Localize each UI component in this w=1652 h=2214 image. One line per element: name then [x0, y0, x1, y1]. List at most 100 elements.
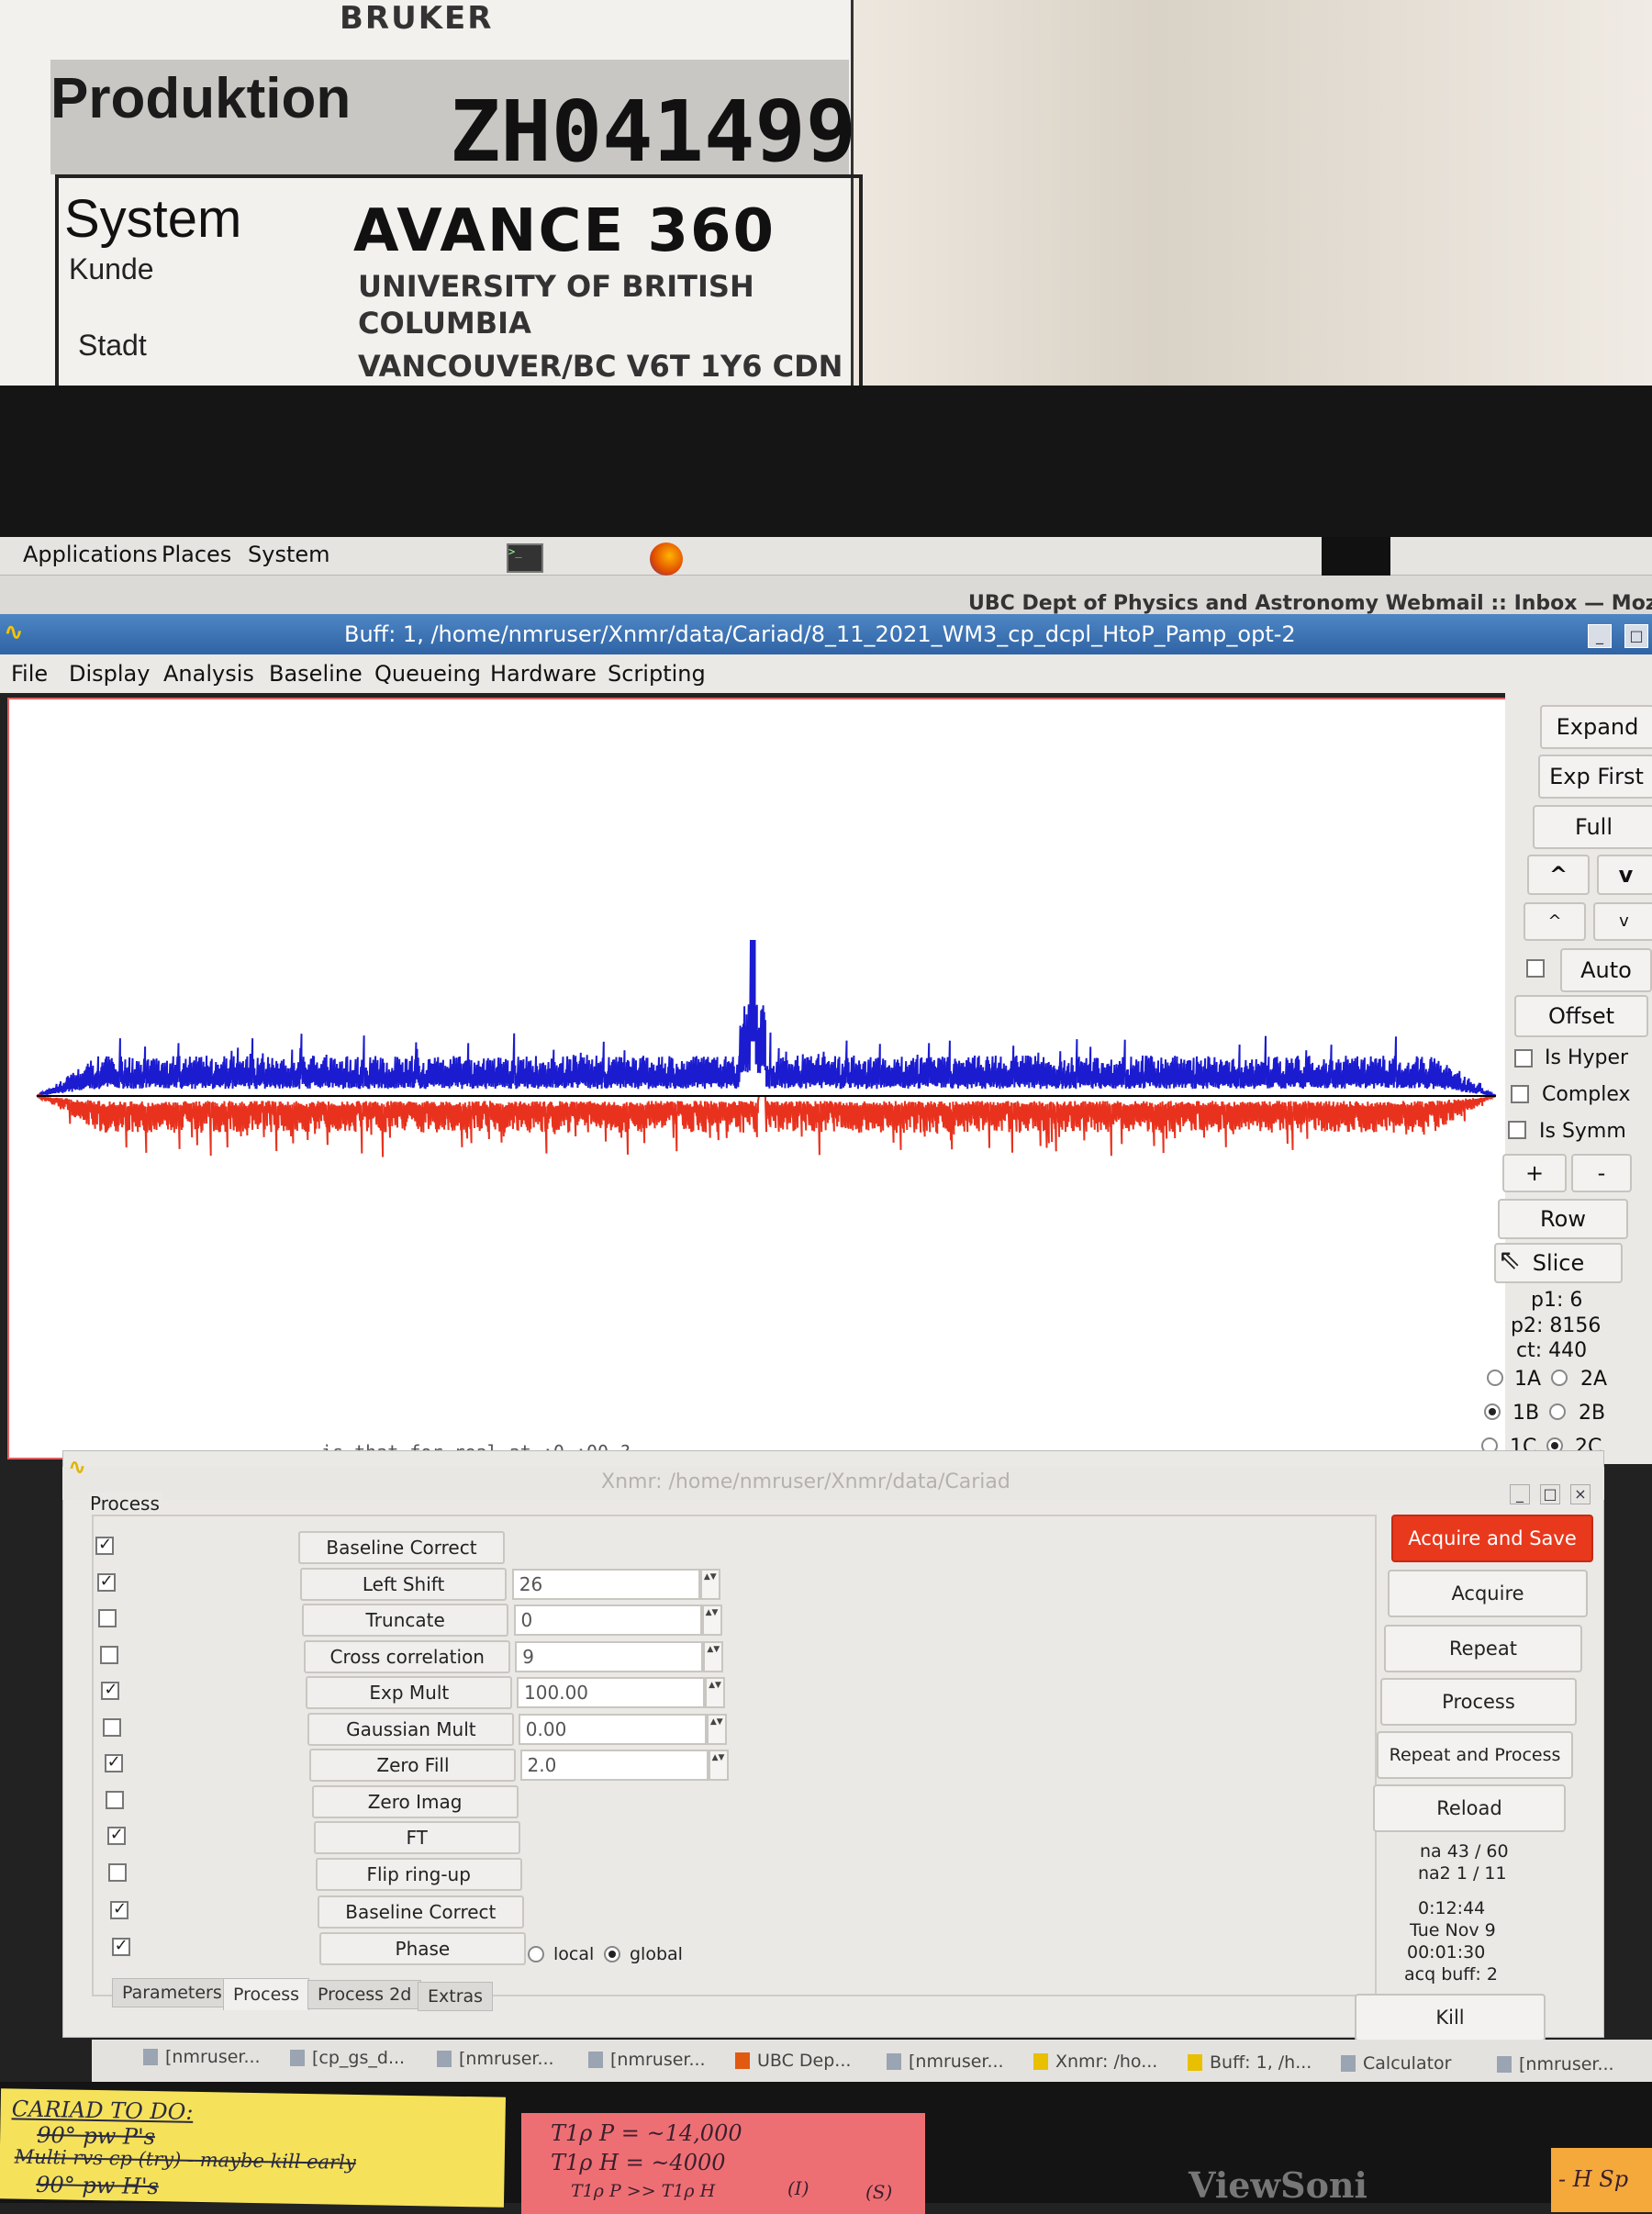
spin-stepper-icon[interactable]: ▲▼: [705, 1677, 726, 1708]
scale-up-small-button[interactable]: ^: [1524, 902, 1586, 941]
phase-global-radio[interactable]: [604, 1946, 620, 1962]
process-step-button-3[interactable]: Cross correlation: [304, 1639, 511, 1673]
process-checkbox-0[interactable]: [95, 1535, 114, 1555]
radio-2b[interactable]: [1549, 1403, 1566, 1420]
process-step-button-4[interactable]: Exp Mult: [306, 1676, 513, 1709]
process-value-field-2[interactable]: 0: [513, 1605, 702, 1636]
exp-first-button[interactable]: Exp First: [1538, 755, 1652, 799]
process-checkbox-11[interactable]: [111, 1936, 130, 1956]
full-button[interactable]: Full: [1533, 805, 1652, 849]
process-checkbox-4[interactable]: [101, 1680, 120, 1700]
taskbar-item-2[interactable]: [nmruser...: [459, 2049, 554, 2069]
taskbar-item-3[interactable]: [nmruser...: [610, 2050, 706, 2070]
process-step-button-6[interactable]: Zero Fill: [309, 1749, 517, 1782]
tab-process-2d[interactable]: Process 2d: [307, 1980, 422, 2009]
process-checkbox-9[interactable]: [108, 1862, 128, 1882]
radio-2a[interactable]: [1551, 1370, 1568, 1386]
terminal-icon[interactable]: >_: [507, 543, 543, 573]
phase-local-radio[interactable]: [528, 1946, 544, 1962]
system-menu[interactable]: System: [248, 542, 330, 567]
monitor-brand: ViewSoni: [1189, 2164, 1367, 2206]
firefox-icon[interactable]: [650, 542, 683, 576]
taskbar-item-1[interactable]: [cp_gs_d...: [312, 2048, 405, 2068]
dialog-close-icon[interactable]: ×: [1570, 1484, 1591, 1504]
acquire-button[interactable]: Acquire: [1388, 1570, 1588, 1617]
radio-1a[interactable]: [1487, 1370, 1503, 1386]
row-button[interactable]: Row: [1498, 1199, 1628, 1239]
process-checkbox-2[interactable]: [98, 1609, 117, 1627]
menu-display[interactable]: Display: [69, 661, 150, 687]
browser-title[interactable]: UBC Dept of Physics and Astronomy Webmai…: [968, 592, 1652, 615]
process-value-field-6[interactable]: 2.0: [519, 1750, 709, 1781]
process-value-field-1[interactable]: 26: [511, 1568, 700, 1600]
process-step-button-7[interactable]: Zero Imag: [311, 1784, 519, 1818]
menu-scripting[interactable]: Scripting: [608, 661, 706, 687]
process-step-button-5[interactable]: Gaussian Mult: [307, 1712, 515, 1746]
process-checkbox-7[interactable]: [106, 1790, 125, 1809]
scale-down-big-button[interactable]: v: [1597, 855, 1652, 895]
process-checkbox-1[interactable]: [96, 1571, 116, 1592]
spin-stepper-icon[interactable]: ▲▼: [706, 1713, 727, 1745]
spin-stepper-icon[interactable]: ▲▼: [701, 1605, 722, 1636]
spin-stepper-icon[interactable]: ▲▼: [708, 1750, 729, 1781]
spectrum-plot-area[interactable]: [7, 698, 1538, 1459]
process-checkbox-10[interactable]: [110, 1899, 128, 1919]
process-step-button-2[interactable]: Truncate: [302, 1604, 509, 1637]
acquire-and-save-button[interactable]: Acquire and Save: [1391, 1515, 1593, 1562]
applications-menu[interactable]: Applications: [23, 542, 158, 567]
menu-baseline[interactable]: Baseline: [269, 661, 363, 687]
reload-button[interactable]: Reload: [1373, 1784, 1566, 1832]
dialog-maximize-icon[interactable]: □: [1540, 1484, 1560, 1504]
process-step-button-10[interactable]: Baseline Correct: [317, 1895, 524, 1929]
minus-button[interactable]: -: [1571, 1154, 1632, 1192]
plus-button[interactable]: +: [1502, 1154, 1567, 1192]
process-checkbox-8[interactable]: [106, 1825, 126, 1845]
process-step-button-0[interactable]: Baseline Correct: [298, 1531, 505, 1564]
kill-button[interactable]: Kill: [1355, 1994, 1546, 2041]
spin-stepper-icon[interactable]: ▲▼: [699, 1568, 720, 1600]
taskbar-item-5[interactable]: [nmruser...: [909, 2052, 1004, 2072]
repeat-and-process-button[interactable]: Repeat and Process: [1377, 1731, 1573, 1779]
repeat-button[interactable]: Repeat: [1384, 1625, 1582, 1672]
process-value-field-5[interactable]: 0.00: [518, 1713, 707, 1745]
maximize-icon[interactable]: □: [1624, 624, 1648, 648]
taskbar-item-9[interactable]: [nmruser...: [1519, 2054, 1614, 2074]
places-menu[interactable]: Places: [162, 542, 231, 567]
process-step-button-1[interactable]: Left Shift: [300, 1567, 508, 1601]
process-step-button-9[interactable]: Flip ring-up: [315, 1857, 522, 1891]
scale-up-big-button[interactable]: ^: [1527, 855, 1590, 895]
process-button[interactable]: Process: [1380, 1678, 1577, 1726]
process-step-button-11[interactable]: Phase: [318, 1931, 526, 1965]
minimize-icon[interactable]: _: [1588, 624, 1612, 648]
process-value-field-3[interactable]: 9: [515, 1640, 704, 1672]
scale-down-small-button[interactable]: v: [1593, 902, 1652, 941]
auto-checkbox[interactable]: [1526, 959, 1545, 978]
taskbar-item-0[interactable]: [nmruser...: [165, 2047, 261, 2067]
process-value-field-4[interactable]: 100.00: [517, 1677, 706, 1708]
tab-extras[interactable]: Extras: [418, 1982, 494, 2011]
is-symm-checkbox[interactable]: [1508, 1121, 1526, 1139]
menu-queueing[interactable]: Queueing: [374, 661, 481, 687]
tab-process[interactable]: Process: [223, 1978, 310, 2010]
process-checkbox-5[interactable]: [103, 1717, 121, 1737]
taskbar-item-8[interactable]: Calculator: [1363, 2053, 1451, 2074]
offset-button[interactable]: Offset: [1514, 995, 1648, 1037]
menu-analysis[interactable]: Analysis: [163, 661, 254, 687]
spin-stepper-icon[interactable]: ▲▼: [703, 1640, 724, 1672]
radio-1b[interactable]: [1484, 1403, 1501, 1420]
process-checkbox-6[interactable]: [104, 1752, 123, 1772]
complex-checkbox[interactable]: [1511, 1085, 1529, 1103]
dialog-minimize-icon[interactable]: _: [1510, 1484, 1530, 1504]
process-checkbox-3[interactable]: [99, 1645, 118, 1664]
menu-hardware[interactable]: Hardware: [490, 661, 597, 687]
taskbar-item-6[interactable]: Xnmr: /ho...: [1055, 2052, 1157, 2072]
taskbar-item-4[interactable]: UBC Dep...: [757, 2051, 851, 2071]
small-chevron-down-icon: v: [1619, 911, 1629, 931]
is-hyper-checkbox[interactable]: [1514, 1049, 1533, 1068]
taskbar-item-7[interactable]: Buff: 1, /h...: [1210, 2052, 1312, 2073]
process-step-button-8[interactable]: FT: [313, 1821, 520, 1854]
tab-parameters[interactable]: Parameters: [112, 1978, 232, 2007]
expand-button[interactable]: Expand: [1540, 705, 1652, 749]
menu-file[interactable]: File: [11, 661, 48, 687]
auto-button[interactable]: Auto: [1560, 948, 1652, 992]
